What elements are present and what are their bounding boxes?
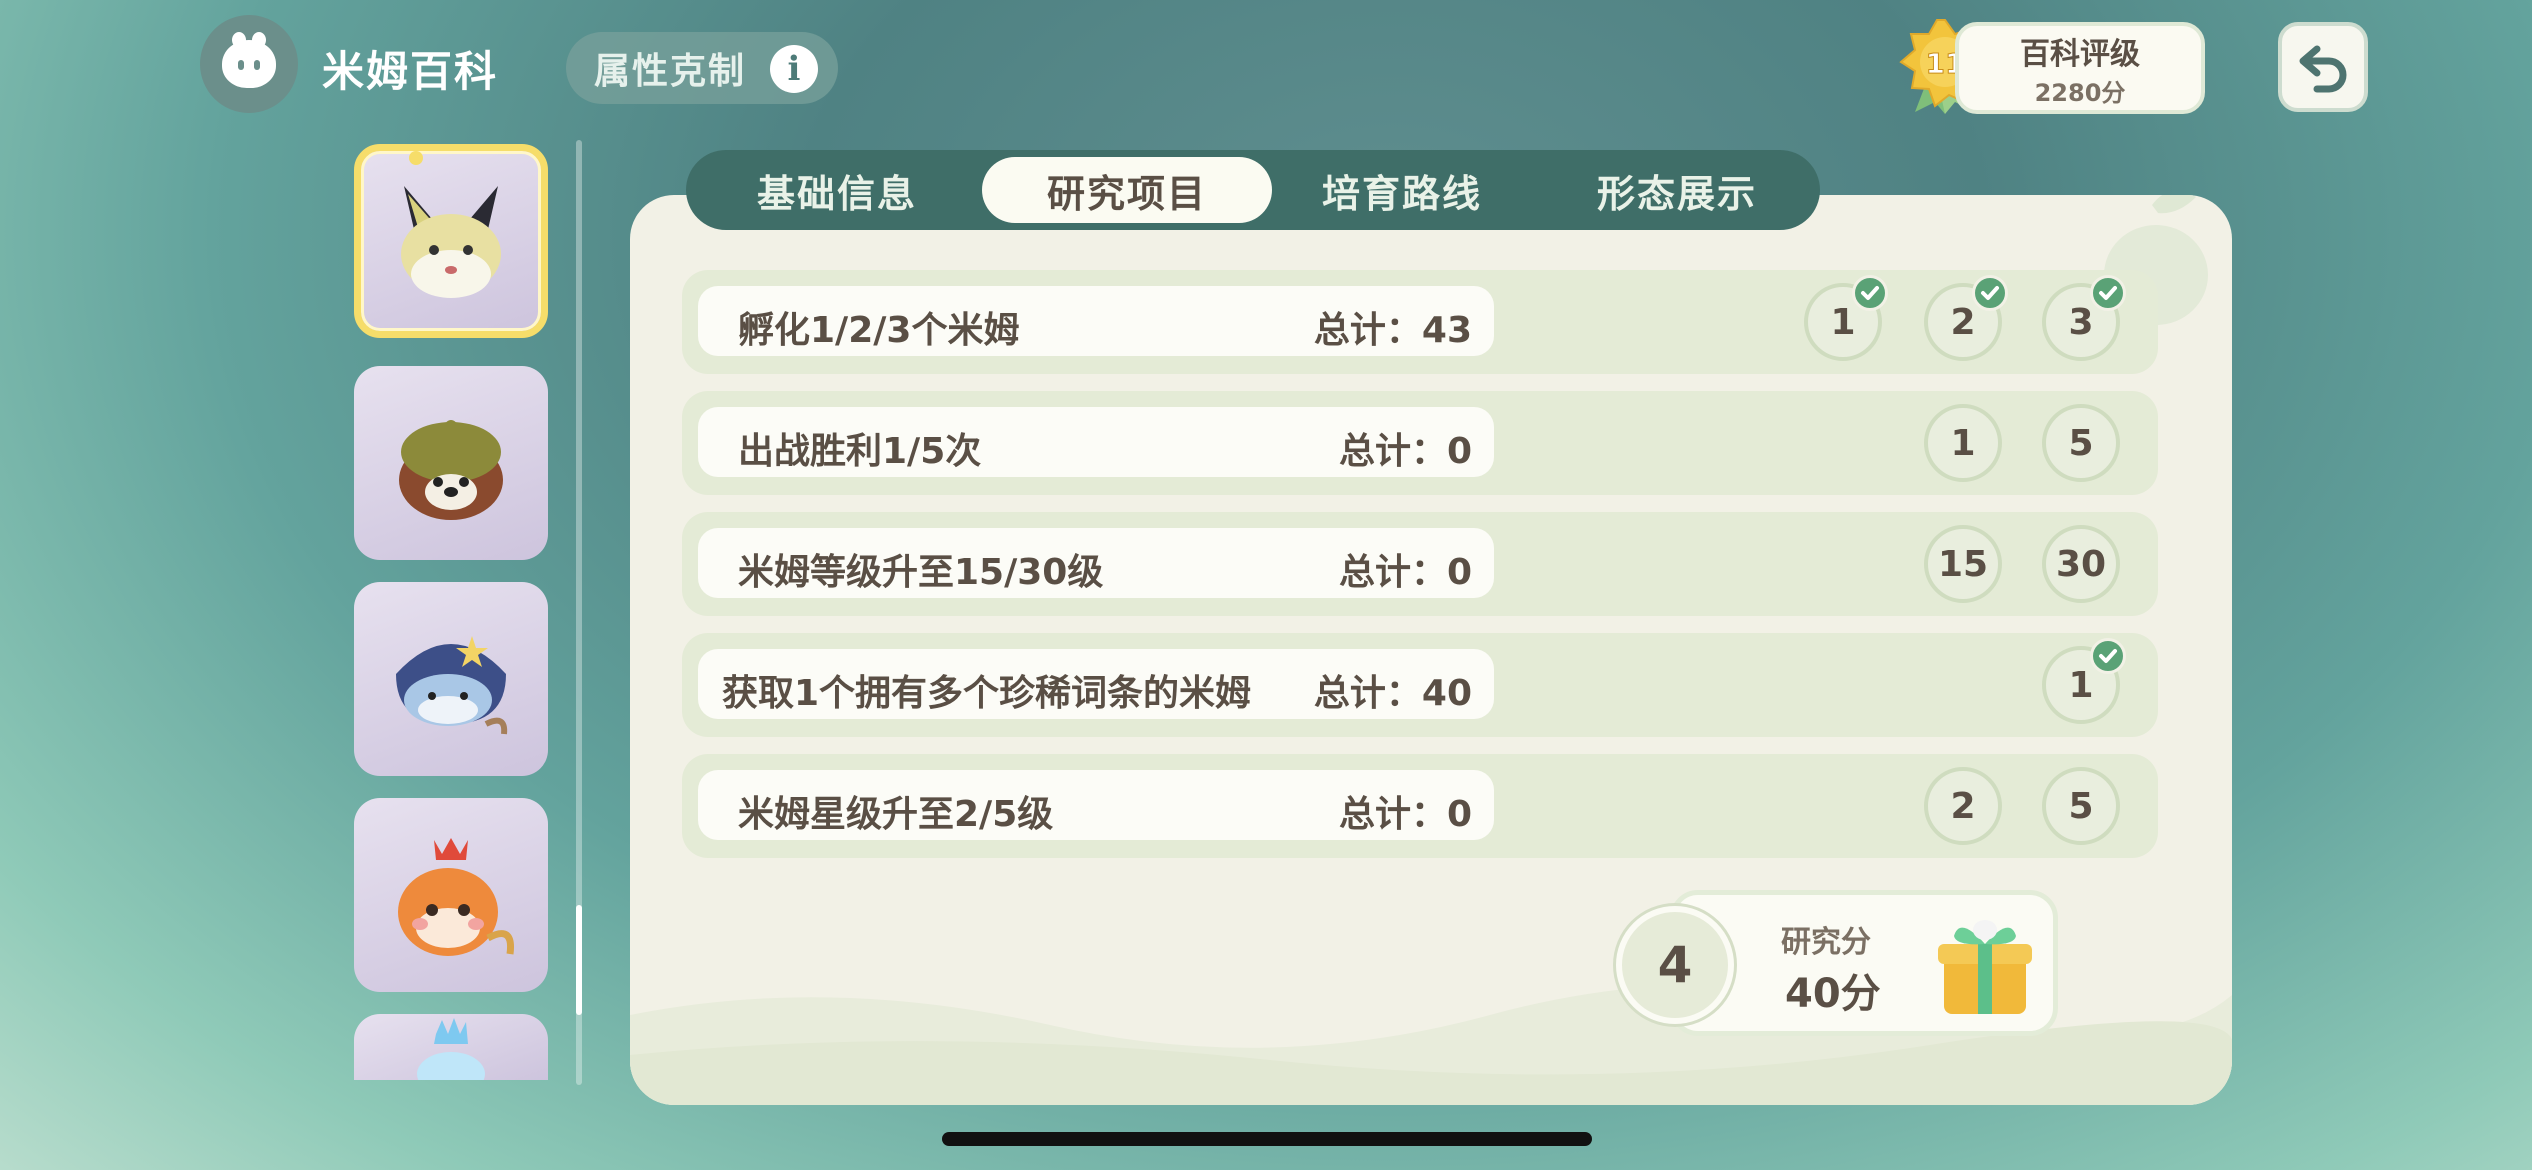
milestone-badge[interactable]: 15 [1924,525,2002,603]
task-text: 出战胜利1/5次 [738,431,982,472]
task-label-pill: 米姆等级升至15/30级 总计：0 [698,528,1494,598]
check-icon [2090,638,2126,674]
milestone-badge[interactable]: 1 [1924,404,2002,482]
research-row: 出战胜利1/5次 总计：0 1 5 [682,391,2158,495]
research-row: 孵化1/2/3个米姆 总计：43 1 2 3 [682,270,2158,374]
mim-card-fox[interactable] [354,144,548,338]
tab-bar: 基础信息 研究项目 培育路线 形态展示 [686,150,1820,230]
rank-title: 百科评级 [2020,36,2140,72]
leaf-bear-mim-icon [399,420,503,520]
ice-mim-icon [417,1018,485,1080]
task-label-pill: 出战胜利1/5次 总计：0 [698,407,1494,477]
task-text: 孵化1/2/3个米姆 [738,310,1020,351]
milestone-badge[interactable]: 1 [1804,275,1888,361]
task-label-pill: 孵化1/2/3个米姆 总计：43 [698,286,1494,356]
milestone-badge[interactable]: 1 [2042,638,2126,724]
task-text: 米姆等级升至15/30级 [738,552,1104,593]
task-total: 总计：40 [1313,673,1472,714]
mim-card-star-whale[interactable] [354,582,548,776]
tab-breeding-route[interactable]: 培育路线 [1272,157,1532,223]
back-button[interactable] [2278,22,2368,112]
check-icon [1972,275,2008,311]
task-label-pill: 获取1个拥有多个珍稀词条的米姆 总计：40 [698,649,1494,719]
task-total: 总计：0 [1338,552,1472,593]
tab-basic-info[interactable]: 基础信息 [692,157,982,223]
gift-box-icon[interactable] [1930,910,2040,1020]
app-logo[interactable] [200,15,298,113]
crown-fox-mim-icon [398,838,515,956]
milestone-badge[interactable]: 30 [2042,525,2120,603]
attribute-counter-label: 属性克制 [594,51,747,92]
task-total: 总计：43 [1313,310,1472,351]
milestone-badge[interactable]: 3 [2042,275,2126,361]
home-indicator[interactable] [942,1132,1592,1146]
check-icon [2090,275,2126,311]
task-total: 总计：0 [1338,431,1472,472]
research-row: 米姆星级升至2/5级 总计：0 2 5 [682,754,2158,858]
research-score-label: 研究分 [1781,925,1871,960]
milestone-badge[interactable]: 2 [1924,767,2002,845]
mim-logo-icon [222,32,276,88]
tab-form-display[interactable]: 形态展示 [1532,157,1822,223]
rank-points: 2280分 [2034,78,2126,107]
milestone-badge[interactable]: 5 [2042,767,2120,845]
milestone-badge[interactable]: 2 [1924,275,2008,361]
back-arrow-icon [2299,45,2347,93]
task-text: 米姆星级升至2/5级 [738,794,1054,835]
fox-mim-icon [401,186,501,298]
task-total: 总计：0 [1338,794,1472,835]
mim-card-leaf-bear[interactable] [354,366,548,560]
research-level-badge: 4 [1616,906,1734,1024]
mim-card-crown-fox[interactable] [354,798,548,992]
info-icon[interactable]: i [770,45,818,93]
star-whale-mim-icon [396,636,508,735]
research-row: 米姆等级升至15/30级 总计：0 15 30 [682,512,2158,616]
check-icon [1852,275,1888,311]
app-title: 米姆百科 [322,47,499,96]
research-row: 获取1个拥有多个珍稀词条的米姆 总计：40 1 [682,633,2158,737]
task-text: 获取1个拥有多个珍稀词条的米姆 [722,673,1252,714]
research-score-value: 40分 [1785,971,1881,1017]
tab-research-projects[interactable]: 研究项目 [982,157,1272,223]
mim-card-ice[interactable] [354,1014,548,1080]
milestone-badge[interactable]: 5 [2042,404,2120,482]
attribute-counter-button[interactable]: 属性克制 i [566,32,838,104]
encyclopedia-rank-box[interactable]: 百科评级 2280分 [1955,22,2205,114]
task-label-pill: 米姆星级升至2/5级 总计：0 [698,770,1494,840]
sidebar-scroll-thumb[interactable] [576,905,582,1015]
